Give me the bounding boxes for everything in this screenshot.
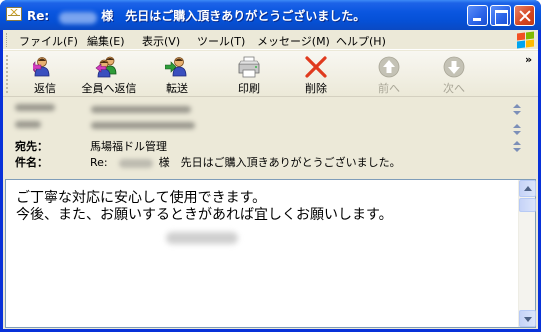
- subject-label: 件名：: [15, 156, 48, 169]
- message-header-pane: 宛先： 馬場福ドル管理 件名： Re: 様 先日はご購入頂きありがとうございまし…: [3, 98, 538, 177]
- to-spin-icon[interactable]: [510, 141, 524, 153]
- next-label: 次へ: [443, 82, 465, 95]
- toolbar: 返信 全員へ返信 転送 印刷 削除 前へ 次へ »: [3, 51, 538, 97]
- body-line-2: 今後、また、お願いするときがあれば宜しくお願いします。: [16, 207, 393, 223]
- arrow-up-icon: [378, 56, 400, 78]
- minimize-button[interactable]: [467, 5, 488, 26]
- redacted-from-label: [15, 104, 55, 111]
- delete-label: 削除: [305, 82, 327, 95]
- from-spin-icon[interactable]: [510, 104, 524, 116]
- body-line-1: ご丁寧な対応に安心して使用できます。: [16, 190, 267, 206]
- close-button[interactable]: [514, 5, 535, 26]
- maximize-button[interactable]: [490, 5, 511, 26]
- redacted-date-value: [91, 122, 195, 129]
- vertical-scrollbar[interactable]: [518, 180, 536, 327]
- message-body[interactable]: ご丁寧な対応に安心して使用できます。 今後、また、お願いするときがあれば宜しくお…: [5, 179, 536, 328]
- to-label: 宛先：: [15, 140, 48, 153]
- redacted-subject-name: [119, 158, 154, 168]
- date-spin-icon[interactable]: [510, 124, 524, 136]
- windows-logo-icon: [515, 31, 535, 49]
- reply-button[interactable]: 返信: [15, 53, 75, 95]
- print-button[interactable]: 印刷: [219, 53, 279, 95]
- forward-button[interactable]: 転送: [147, 53, 207, 95]
- reply-icon: [33, 57, 50, 77]
- scroll-down-button[interactable]: [519, 310, 536, 327]
- window-title: Re: 様 先日はご購入頂きありがとうございました。: [27, 7, 365, 24]
- toolbar-grip[interactable]: [6, 55, 9, 93]
- title-suffix: 様 先日はご購入頂きありがとうございました。: [101, 9, 366, 23]
- delete-x-icon: [305, 56, 327, 78]
- message-body-text: ご丁寧な対応に安心して使用できます。 今後、また、お願いするときがあれば宜しくお…: [16, 190, 393, 224]
- toolbar-overflow-chevron[interactable]: »: [525, 53, 532, 66]
- to-value: 馬場福ドル管理: [90, 140, 167, 153]
- delete-button[interactable]: 削除: [286, 53, 346, 95]
- title-bar[interactable]: Re: 様 先日はご購入頂きありがとうございました。: [0, 0, 541, 30]
- envelope-icon: [6, 7, 22, 21]
- menu-file[interactable]: ファイル(F): [19, 33, 78, 49]
- previous-label: 前へ: [378, 82, 400, 95]
- menu-bar: ファイル(F) 編集(E) 表示(V) ツール(T) メッセージ(M) ヘルプ(…: [3, 30, 538, 50]
- previous-button[interactable]: 前へ: [359, 53, 419, 95]
- redacted-signature: [166, 232, 238, 244]
- menu-tools[interactable]: ツール(T): [197, 33, 245, 49]
- reply-all-icon: [95, 56, 117, 78]
- menu-edit[interactable]: 編集(E): [87, 33, 125, 49]
- subject-row: 件名： Re: 様 先日はご購入頂きありがとうございました。: [15, 154, 435, 170]
- subject-prefix: Re:: [90, 156, 108, 169]
- subject-value: Re: 様 先日はご購入頂きありがとうございました。: [90, 154, 401, 170]
- reply-label: 返信: [34, 82, 56, 95]
- print-label: 印刷: [238, 82, 260, 95]
- subject-suffix: 様 先日はご購入頂きありがとうございました。: [158, 156, 401, 169]
- next-button[interactable]: 次へ: [424, 53, 484, 95]
- menu-help[interactable]: ヘルプ(H): [336, 33, 386, 49]
- forward-label: 転送: [166, 82, 188, 95]
- reply-all-button[interactable]: 全員へ返信: [72, 53, 146, 95]
- forward-icon: [165, 57, 187, 77]
- redacted-from-value: [91, 106, 191, 113]
- title-prefix: Re:: [27, 9, 50, 23]
- menu-message[interactable]: メッセージ(M): [257, 33, 330, 49]
- arrow-down-icon: [443, 56, 465, 78]
- redacted-date-label: [15, 121, 41, 128]
- client-area: ファイル(F) 編集(E) 表示(V) ツール(T) メッセージ(M) ヘルプ(…: [3, 30, 538, 329]
- printer-icon: [238, 56, 260, 78]
- redacted-name: [59, 11, 98, 24]
- scroll-up-button[interactable]: [519, 180, 536, 197]
- menu-view[interactable]: 表示(V): [142, 33, 180, 49]
- mail-window: Re: 様 先日はご購入頂きありがとうございました。 ファイル(F) 編集(E) …: [0, 0, 541, 332]
- reply-all-label: 全員へ返信: [81, 82, 137, 95]
- menu-grip[interactable]: [6, 33, 9, 47]
- scroll-thumb[interactable]: [519, 198, 536, 212]
- window-frame-left[interactable]: [0, 30, 3, 332]
